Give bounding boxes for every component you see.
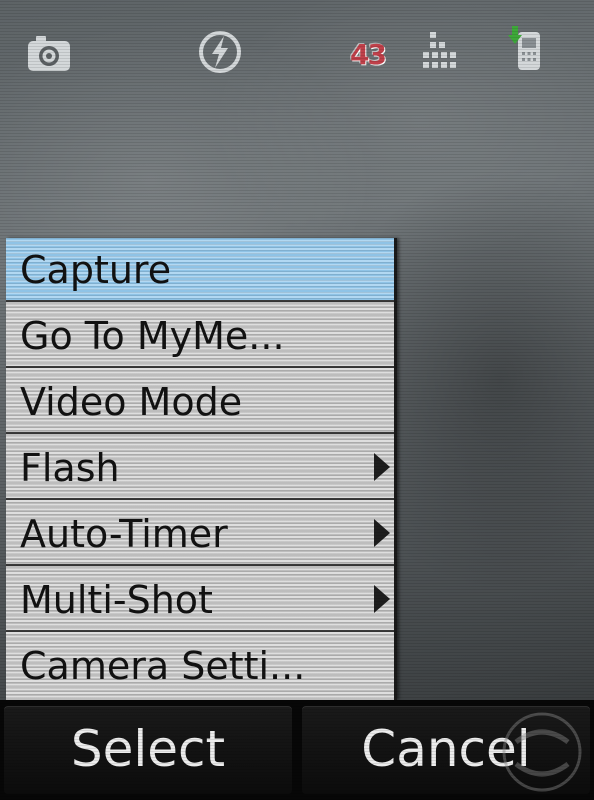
select-softkey[interactable]: Select: [4, 706, 292, 794]
signal-bars-icon: [423, 32, 456, 68]
menu-item-video-mode[interactable]: Video Mode: [6, 370, 394, 434]
phonescoop-watermark-icon: [502, 712, 582, 792]
camera-icon: [28, 36, 70, 71]
camera-options-menu: Capture Go To MyMe... Video Mode Flash A…: [6, 238, 397, 700]
camera-viewfinder: 43 Capture Go To MyMe... Video Mode Flas…: [0, 0, 594, 800]
chevron-right-icon: [374, 453, 390, 481]
menu-item-go-to-mymedia[interactable]: Go To MyMe...: [6, 304, 394, 368]
battery-level-text: 43: [350, 38, 387, 71]
softkey-label: Select: [70, 720, 226, 778]
softkey-bar: Select Cancel: [0, 700, 594, 800]
status-bar: 43: [0, 22, 594, 84]
flash-icon: [199, 31, 241, 73]
menu-item-label: Multi-Shot: [20, 578, 213, 622]
menu-item-label: Go To MyMe...: [20, 314, 285, 358]
menu-item-camera-settings[interactable]: Camera Setti...: [6, 634, 394, 700]
phone-download-icon: [508, 26, 540, 70]
menu-item-auto-timer[interactable]: Auto-Timer: [6, 502, 394, 566]
menu-item-label: Flash: [20, 446, 120, 490]
menu-item-label: Capture: [20, 248, 172, 292]
menu-item-label: Camera Setti...: [20, 644, 306, 688]
menu-item-capture[interactable]: Capture: [6, 238, 394, 302]
chevron-right-icon: [374, 519, 390, 547]
menu-item-flash[interactable]: Flash: [6, 436, 394, 500]
chevron-right-icon: [374, 585, 390, 613]
menu-item-label: Video Mode: [20, 380, 243, 424]
menu-item-label: Auto-Timer: [20, 512, 228, 556]
menu-item-multi-shot[interactable]: Multi-Shot: [6, 568, 394, 632]
